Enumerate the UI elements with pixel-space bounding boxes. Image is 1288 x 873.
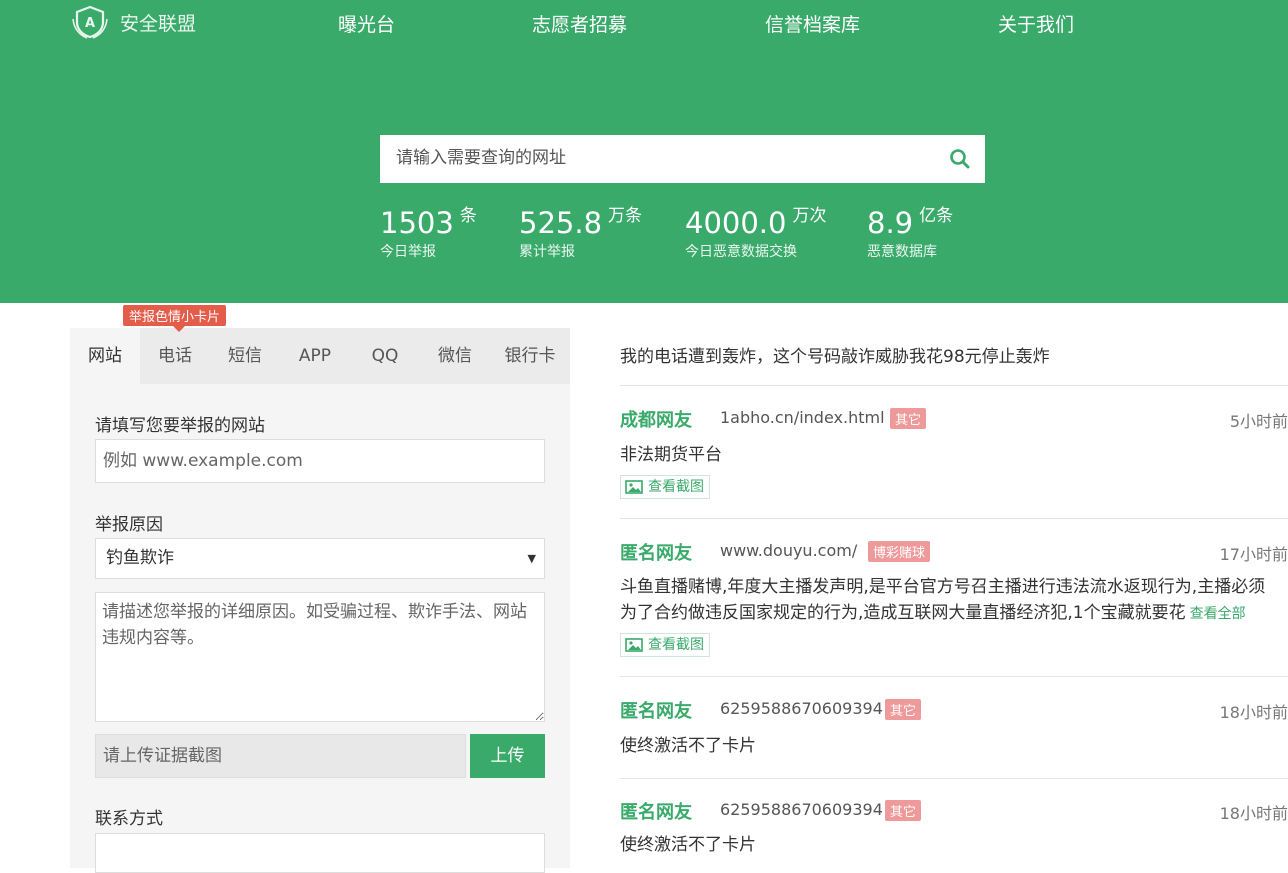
view-screenshot-label: 查看截图 — [648, 479, 704, 495]
hero-banner: A 安全联盟 曝光台 志愿者招募 信誉档案库 关于我们 1503条 今日举报 5… — [0, 0, 1288, 303]
tab-qq[interactable]: QQ — [350, 328, 420, 384]
stat-total-reports: 525.8 万条 累计举报 — [519, 205, 642, 261]
stat-unit: 条 — [459, 206, 477, 226]
stat-label: 今日恶意数据交换 — [685, 244, 797, 260]
stat-value: 4000.0 — [685, 206, 787, 240]
upload-evidence-field[interactable]: 请上传证据截图 — [95, 734, 466, 778]
item-desc: 非法期货平台 — [620, 445, 722, 465]
item-tag: 其它 — [885, 699, 922, 720]
tab-app[interactable]: APP — [280, 328, 350, 384]
reason-select[interactable]: 钓鱼欺诈 ▼ — [95, 538, 545, 579]
tab-sms[interactable]: 短信 — [210, 328, 280, 384]
stat-data-exchange: 4000.0 万次 今日恶意数据交换 — [685, 205, 826, 261]
item-tag: 其它 — [885, 800, 922, 821]
nav-volunteer[interactable]: 志愿者招募 — [532, 10, 627, 37]
item-tag: 博彩赌球 — [868, 541, 931, 562]
stat-unit: 万条 — [608, 206, 643, 226]
item-target[interactable]: 6259588670609394 — [720, 699, 883, 718]
item-author[interactable]: 匿名网友 — [620, 539, 692, 565]
item-target[interactable]: www.douyu.com/ — [720, 541, 857, 560]
stat-label: 恶意数据库 — [867, 244, 937, 260]
reason-selected-value: 钓鱼欺诈 — [106, 548, 174, 568]
reason-label: 举报原因 — [95, 515, 163, 535]
tab-phone[interactable]: 电话 — [140, 328, 210, 384]
item-desc-line1: 斗鱼直播赌博,年度大主播发声明,是平台官方号召主播进行违法流水返现行为,主播必须 — [620, 577, 1266, 597]
stat-value: 1503 — [380, 206, 454, 240]
item-time: 18小时前 — [1219, 703, 1288, 722]
item-time: 17小时前 — [1219, 545, 1288, 564]
view-screenshot-button[interactable]: 查看截图 — [620, 475, 710, 499]
detail-textarea[interactable] — [95, 592, 545, 722]
item-author[interactable]: 匿名网友 — [620, 697, 692, 723]
report-tabs: 网站 电话 短信 APP QQ 微信 银行卡 — [70, 328, 570, 384]
upload-button[interactable]: 上传 — [470, 734, 545, 778]
brand-logo[interactable]: A 安全联盟 — [70, 5, 196, 39]
site-label: 请填写您要举报的网站 — [95, 416, 265, 436]
stat-label: 今日举报 — [380, 244, 436, 260]
stat-value: 8.9 — [867, 206, 914, 240]
divider — [620, 778, 1288, 779]
tab-website[interactable]: 网站 — [70, 328, 140, 384]
stat-unit: 万次 — [792, 206, 827, 226]
image-icon — [625, 480, 643, 494]
shield-logo-icon: A — [72, 5, 108, 39]
stat-value: 525.8 — [519, 206, 603, 240]
search-icon[interactable] — [949, 148, 971, 170]
report-card-badge[interactable]: 举报色情小卡片 — [123, 305, 227, 332]
contact-label: 联系方式 — [95, 809, 163, 829]
tab-wechat[interactable]: 微信 — [420, 328, 490, 384]
nav-credit-archive[interactable]: 信誉档案库 — [765, 10, 860, 37]
divider — [620, 518, 1288, 519]
item-desc: 使终激活不了卡片 — [620, 835, 756, 855]
divider — [620, 676, 1288, 677]
chevron-down-icon: ▼ — [527, 552, 536, 565]
nav-exposure[interactable]: 曝光台 — [338, 10, 395, 37]
brand-name: 安全联盟 — [120, 12, 197, 35]
svg-text:A: A — [85, 16, 95, 31]
stat-label: 累计举报 — [519, 244, 575, 260]
item-desc-line2: 为了合约做违反国家规定的行为,造成互联网大量直播经济犯,1个宝藏就要花 查看全部 — [620, 600, 1246, 628]
stat-unit: 亿条 — [919, 206, 954, 226]
item-time: 18小时前 — [1219, 804, 1288, 823]
view-screenshot-button[interactable]: 查看截图 — [620, 633, 710, 657]
item-target[interactable]: 6259588670609394 — [720, 800, 883, 819]
stat-malicious-db: 8.9 亿条 恶意数据库 — [867, 205, 953, 261]
tab-bank-card[interactable]: 银行卡 — [490, 328, 570, 384]
item-desc-text: 为了合约做违反国家规定的行为,造成互联网大量直播经济犯,1个宝藏就要花 — [620, 603, 1186, 623]
divider — [620, 385, 1288, 386]
contact-input[interactable] — [95, 833, 545, 873]
item-time: 5小时前 — [1229, 412, 1288, 431]
nav-about[interactable]: 关于我们 — [998, 10, 1074, 37]
item-tag: 其它 — [890, 408, 927, 429]
item-target[interactable]: 1abho.cn/index.html — [720, 408, 885, 427]
stat-today-reports: 1503 条 今日举报 — [380, 205, 477, 261]
item-author[interactable]: 成都网友 — [620, 406, 692, 432]
search-input[interactable] — [380, 135, 952, 181]
site-input[interactable] — [95, 439, 545, 483]
search-box — [380, 135, 985, 183]
image-icon — [625, 638, 643, 652]
view-screenshot-label: 查看截图 — [648, 637, 704, 653]
item-desc: 使终激活不了卡片 — [620, 736, 756, 756]
item-author[interactable]: 匿名网友 — [620, 798, 692, 824]
view-all-link[interactable]: 查看全部 — [1190, 606, 1246, 622]
feed-headline[interactable]: 我的电话遭到轰炸，这个号码敲诈威胁我花98元停止轰炸 — [620, 342, 1050, 367]
report-panel: 网站 电话 短信 APP QQ 微信 银行卡 请填写您要举报的网站 举报原因 钓… — [70, 328, 570, 873]
